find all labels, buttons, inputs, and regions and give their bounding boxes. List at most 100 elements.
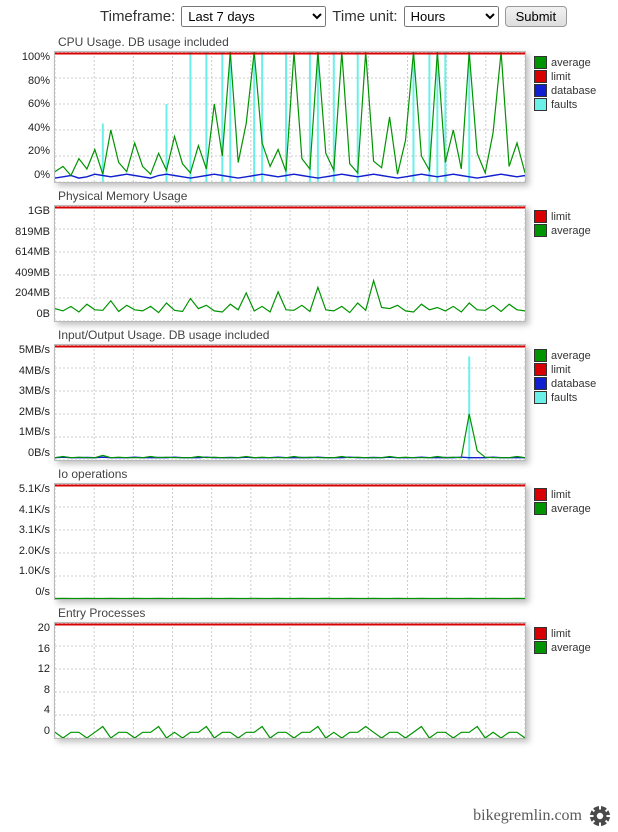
y-tick: 4.1K/s: [0, 504, 50, 516]
y-tick: 80%: [0, 75, 50, 87]
limit-swatch: [534, 488, 547, 501]
faults-swatch: [534, 391, 547, 404]
y-tick: 0B/s: [0, 447, 50, 459]
average-swatch: [534, 502, 547, 515]
y-tick: 0B: [0, 308, 50, 320]
legend-label: average: [551, 225, 591, 237]
plot-area: [54, 483, 526, 600]
submit-button[interactable]: Submit: [505, 6, 567, 27]
y-tick: 3.1K/s: [0, 524, 50, 536]
limit-swatch: [534, 210, 547, 223]
y-tick: 1.0K/s: [0, 565, 50, 577]
legend-item: limit: [534, 70, 604, 83]
average-swatch: [534, 641, 547, 654]
legend-item: limit: [534, 627, 604, 640]
legend-label: average: [551, 642, 591, 654]
y-tick: 40%: [0, 122, 50, 134]
chart-title: Input/Output Usage. DB usage included: [58, 328, 618, 342]
y-tick: 3MB/s: [0, 385, 50, 397]
y-tick: 4MB/s: [0, 365, 50, 377]
chart-iops: Io operations 5.1K/s 4.1K/s 3.1K/s 2.0K/s 1.0…: [0, 467, 618, 600]
y-tick: 20: [0, 622, 50, 634]
limit-swatch: [534, 70, 547, 83]
y-tick: 12: [0, 663, 50, 675]
legend-label: limit: [551, 628, 571, 640]
y-axis-labels: 5.1K/s 4.1K/s 3.1K/s 2.0K/s 1.0K/s 0/s: [0, 483, 54, 598]
limit-swatch: [534, 363, 547, 376]
plot-area: [54, 344, 526, 461]
chart-title: Physical Memory Usage: [58, 189, 618, 203]
database-swatch: [534, 84, 547, 97]
y-tick: 16: [0, 643, 50, 655]
plot-area: [54, 205, 526, 322]
y-axis-labels: 20 16 12 8 4 0: [0, 622, 54, 737]
y-axis-labels: 1GB819MB614MB409MB204MB0B: [0, 205, 54, 320]
legend-label: limit: [551, 489, 571, 501]
limit-swatch: [534, 627, 547, 640]
legend-item: average: [534, 641, 604, 654]
chart-cpu: CPU Usage. DB usage included 100% 80% 60% 40…: [0, 35, 618, 183]
average-swatch: [534, 349, 547, 362]
y-tick: 100%: [0, 51, 50, 63]
y-tick: 8: [0, 684, 50, 696]
y-tick: 1MB/s: [0, 426, 50, 438]
y-tick: 409MB: [0, 267, 50, 279]
chart-ep: Entry Processes 20 16 12 8 4 0 limit average: [0, 606, 618, 739]
controls-bar: Timeframe: Last 7 days Time unit: Hours …: [0, 0, 618, 31]
legend-item: database: [534, 84, 604, 97]
y-tick: 1GB: [0, 205, 50, 217]
legend-item: faults: [534, 98, 604, 111]
chart-title: Io operations: [58, 467, 618, 481]
footer-text: bikegremlin.com: [473, 807, 582, 825]
timeframe-label: Timeframe:: [100, 8, 175, 25]
legend-item: average: [534, 502, 604, 515]
legend-item: faults: [534, 391, 604, 404]
legend-label: average: [551, 350, 591, 362]
timeunit-select[interactable]: Hours: [404, 6, 499, 27]
legend: limit average: [526, 483, 604, 516]
legend-label: faults: [551, 99, 577, 111]
y-tick: 20%: [0, 145, 50, 157]
faults-swatch: [534, 98, 547, 111]
timeframe-select[interactable]: Last 7 days: [181, 6, 326, 27]
chart-mem: Physical Memory Usage1GB819MB614MB409MB2…: [0, 189, 618, 322]
y-tick: 819MB: [0, 226, 50, 238]
legend-label: limit: [551, 211, 571, 223]
gear-icon: [588, 804, 612, 828]
legend: limit average: [526, 205, 604, 238]
y-tick: 0: [0, 725, 50, 737]
plot-area: [54, 51, 526, 183]
chart-title: Entry Processes: [58, 606, 618, 620]
legend: averagelimit database faults: [526, 344, 604, 405]
legend-label: database: [551, 378, 596, 390]
y-tick: 0/s: [0, 586, 50, 598]
legend-item: limit: [534, 210, 604, 223]
y-tick: 5MB/s: [0, 344, 50, 356]
legend-item: average: [534, 224, 604, 237]
legend-label: average: [551, 57, 591, 69]
legend-item: database: [534, 377, 604, 390]
chart-io: Input/Output Usage. DB usage included 5MB…: [0, 328, 618, 461]
average-swatch: [534, 56, 547, 69]
y-tick: 60%: [0, 98, 50, 110]
footer-watermark: bikegremlin.com: [473, 804, 612, 828]
y-tick: 2MB/s: [0, 406, 50, 418]
legend-item: average: [534, 349, 604, 362]
y-tick: 614MB: [0, 246, 50, 258]
legend-label: faults: [551, 392, 577, 404]
legend-label: database: [551, 85, 596, 97]
timeunit-label: Time unit:: [332, 8, 397, 25]
chart-title: CPU Usage. DB usage included: [58, 35, 618, 49]
y-tick: 5.1K/s: [0, 483, 50, 495]
y-tick: 4: [0, 704, 50, 716]
legend-item: limit: [534, 363, 604, 376]
database-swatch: [534, 377, 547, 390]
legend-label: average: [551, 503, 591, 515]
y-tick: 0%: [0, 169, 50, 181]
y-axis-labels: 5MB/s 4MB/s 3MB/s 2MB/s 1MB/s 0B/s: [0, 344, 54, 459]
y-tick: 2.0K/s: [0, 545, 50, 557]
plot-area: [54, 622, 526, 739]
legend: limit average: [526, 622, 604, 655]
y-axis-labels: 100% 80% 60% 40% 20% 0%: [0, 51, 54, 181]
legend: averagelimit database faults: [526, 51, 604, 112]
